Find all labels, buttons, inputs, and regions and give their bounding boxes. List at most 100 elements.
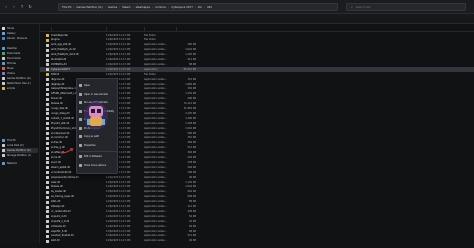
- file-icon: [46, 92, 49, 96]
- folder-icon: [2, 57, 5, 60]
- file-icon: [46, 225, 49, 229]
- breadcrumb-item[interactable]: Steam: [122, 6, 130, 9]
- file-type: File folder: [144, 38, 156, 42]
- status-bar: [0, 243, 474, 248]
- sidebar-item[interactable]: Network: [2, 161, 38, 166]
- file-icon: [46, 156, 49, 160]
- context-menu-item[interactable]: Properties: [79, 142, 117, 149]
- file-icon: [46, 210, 49, 214]
- folder-icon: [46, 34, 49, 37]
- file-icon: [46, 68, 49, 72]
- breadcrumb-item[interactable]: bin: [198, 6, 202, 9]
- sidebar-item[interactable]: Daniel - Personal: [2, 36, 38, 41]
- file-icon: [46, 215, 49, 219]
- search-box[interactable]: ⌕: [346, 3, 466, 11]
- file-size: 1,884 KB: [185, 82, 196, 86]
- file-size: 31,864 KB: [183, 107, 196, 110]
- breadcrumb-item[interactable]: x64: [207, 6, 212, 9]
- file-icon: [46, 200, 49, 204]
- file-date: 11/6/2023 11:17 AM: [106, 58, 131, 61]
- column-header-name[interactable]: [51, 27, 52, 31]
- sidebar-item[interactable]: scripts: [2, 86, 38, 91]
- folder-icon: [2, 87, 5, 90]
- file-icon: [46, 127, 49, 131]
- file-type: File folder: [144, 33, 156, 37]
- file-size: 54 KB: [188, 214, 196, 218]
- breadcrumb-item[interactable]: Games: [108, 6, 117, 9]
- file-date: 11/6/2023 11:17 AM: [106, 33, 131, 37]
- file-size: 512 KB: [187, 234, 196, 238]
- file-size: 3,125 KB: [185, 111, 196, 115]
- back-icon[interactable]: ‹: [3, 4, 9, 10]
- sidebar-item-label: Home: [7, 27, 15, 30]
- menu-item-icon: [79, 84, 82, 87]
- file-date: 11/6/2023 11:17 AM: [106, 185, 131, 189]
- refresh-icon[interactable]: ↻: [27, 4, 33, 10]
- file-size: 228 KB: [187, 209, 196, 213]
- column-header-type[interactable]: [144, 27, 145, 31]
- sidebar-item-label: Local Disk (C:): [7, 144, 25, 147]
- context-menu-item[interactable]: Open: [79, 82, 117, 89]
- folder-icon: [2, 37, 5, 40]
- file-icon: [46, 171, 49, 175]
- breadcrumb-item[interactable]: steamapps: [136, 6, 150, 9]
- file-icon: [46, 43, 49, 47]
- file-size: 668 KB: [187, 195, 196, 199]
- file-size: 244 KB: [187, 156, 196, 159]
- context-menu-item[interactable]: Show more options: [79, 162, 117, 169]
- context-menu-item[interactable]: Copy as path: [79, 133, 117, 140]
- file-size: 512 KB: [187, 146, 196, 150]
- file-type: File folder: [144, 72, 156, 76]
- file-size: 302 KB: [187, 87, 196, 91]
- search-input[interactable]: [355, 5, 456, 9]
- folder-icon: [2, 32, 5, 35]
- breadcrumb-item[interactable]: Cyberpunk 2077: [171, 6, 193, 9]
- folder-icon: [2, 72, 5, 75]
- file-size: 1,044 KB: [185, 185, 196, 189]
- file-icon: [46, 53, 49, 57]
- menu-item-label: Open: [84, 84, 91, 87]
- folder-icon: [2, 77, 5, 80]
- sidebar-item-label: Network: [7, 162, 17, 165]
- folder-icon: [2, 139, 5, 142]
- address-bar[interactable]: This PC › Games Partition (G:) › Games › Steam…: [58, 3, 338, 11]
- file-date: 11/6/2023 11:17 AM: [106, 175, 131, 179]
- file-date: 11/6/2023 11:17 AM: [106, 234, 131, 238]
- search-icon: ⌕: [351, 5, 353, 9]
- breadcrumb-item[interactable]: This PC: [62, 6, 72, 9]
- file-date: 11/6/2023 11:17 AM: [106, 38, 131, 42]
- file-icon: [46, 176, 49, 180]
- up-icon[interactable]: ↑: [19, 4, 25, 10]
- breadcrumb-item[interactable]: common: [155, 6, 166, 9]
- context-menu-item[interactable]: Open in new window: [79, 91, 117, 98]
- sidebar-item-label: Downloads: [7, 52, 21, 55]
- file-size: 1,130 KB: [185, 180, 196, 184]
- sidebar-item-label: This PC: [7, 139, 16, 142]
- sidebar-item[interactable]: Storage Partition (I:): [2, 153, 38, 158]
- file-icon: [46, 78, 49, 82]
- file-date: 11/6/2023 11:17 AM: [106, 53, 131, 57]
- folder-icon: [2, 82, 5, 85]
- file-icon: [46, 141, 49, 145]
- file-date: 11/6/2023 11:17 AM: [106, 67, 131, 71]
- sidebar-item-label: Music: [7, 67, 14, 70]
- file-icon: [46, 87, 49, 91]
- file-size: 1,206 KB: [185, 116, 196, 120]
- column-header-size[interactable]: [176, 27, 177, 31]
- folder-icon: [2, 67, 5, 70]
- file-date: 11/6/2023 11:17 AM: [106, 214, 131, 218]
- context-menu-item[interactable]: Edit in Notepad: [79, 153, 117, 160]
- file-size: 284 KB: [187, 141, 196, 145]
- file-icon: [46, 97, 49, 101]
- file-size: 1,230 KB: [185, 92, 196, 96]
- annotation-arrow-icon: [60, 148, 74, 154]
- navigation-pane: Home Gallery Daniel - Personal Desktop Downl…: [0, 24, 40, 248]
- file-icon: [46, 181, 49, 184]
- breadcrumb-item[interactable]: Games Partition (G:): [77, 6, 103, 9]
- file-icon: [46, 58, 49, 62]
- forward-icon[interactable]: ›: [11, 4, 17, 10]
- column-header-date[interactable]: [106, 27, 107, 31]
- file-icon: [46, 185, 49, 189]
- menu-item-icon: [79, 92, 82, 96]
- file-icon: [46, 107, 49, 111]
